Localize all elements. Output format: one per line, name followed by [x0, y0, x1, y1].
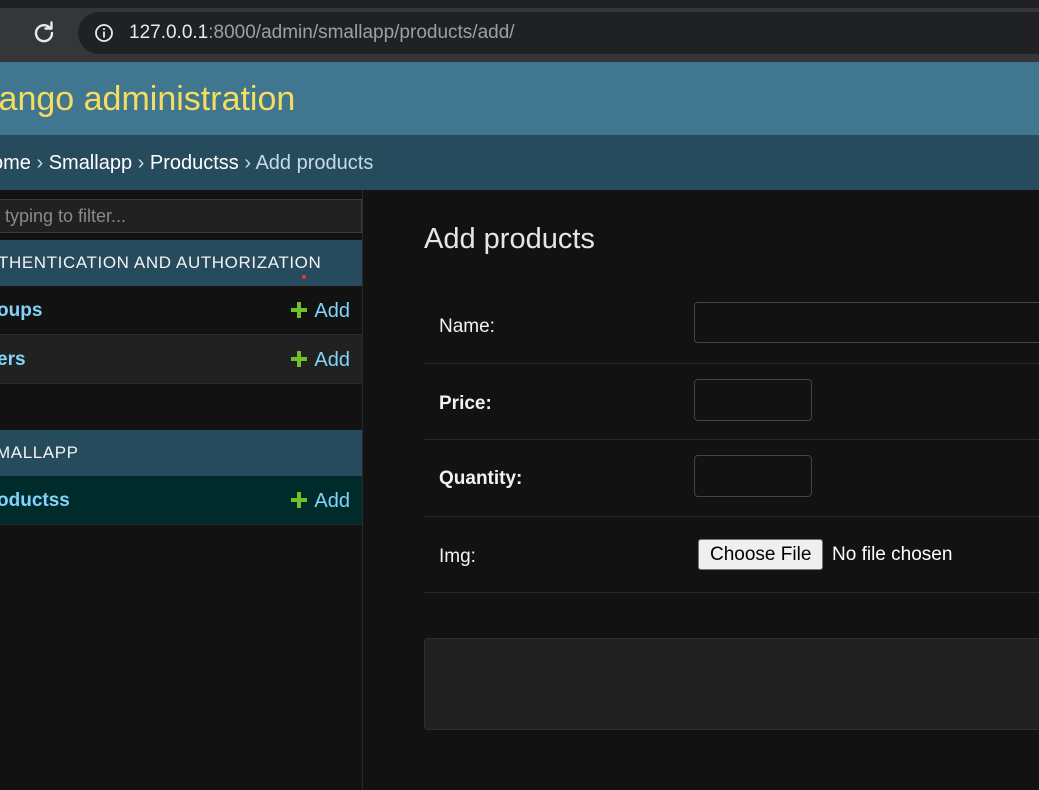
price-input[interactable] — [694, 379, 812, 421]
add-label: Add — [314, 300, 350, 322]
breadcrumb-separator: › — [132, 152, 150, 174]
img-label: Img: — [439, 546, 476, 567]
site-branding[interactable]: jango administration — [0, 79, 295, 119]
add-icon — [291, 492, 308, 508]
breadcrumb-separator: › — [238, 152, 256, 174]
quantity-label: Quantity: — [439, 468, 523, 489]
breadcrumb-app[interactable]: Smallapp — [49, 152, 132, 174]
site-info-icon[interactable] — [94, 23, 114, 43]
name-label: Name: — [439, 316, 495, 337]
quantity-input[interactable] — [694, 455, 812, 497]
module-caption-label: THENTICATION AND AUTHORIZATION — [0, 253, 322, 272]
add-icon — [291, 302, 308, 318]
form-row-quantity: Quantity: — [424, 440, 1039, 517]
add-label: Add — [314, 490, 350, 512]
forward-arrow-icon[interactable]: › — [0, 22, 14, 44]
name-input[interactable] — [694, 302, 1039, 343]
sidebar-item-users: ers Add — [0, 335, 362, 384]
sidebar-item-link[interactable]: oups — [0, 299, 42, 323]
sidebar-item-groups: oups Add — [0, 286, 362, 335]
module-caption-smallapp[interactable]: MALLAPP — [0, 430, 362, 476]
file-status: No file chosen — [832, 544, 953, 565]
form-row-price: Price: — [424, 364, 1039, 440]
breadcrumb-current: Add products — [255, 152, 374, 174]
tab-strip-edge — [0, 0, 1039, 8]
breadcrumb-separator: › — [30, 152, 49, 174]
add-productss-link[interactable]: Add — [291, 489, 350, 513]
admin-header: jango administration — [0, 62, 1039, 135]
browser-toolbar: › 127.0.0.1:8000/admin/smallapp/products… — [0, 0, 1039, 62]
page-title: Add products — [424, 223, 595, 255]
sidebar-item-link[interactable]: ers — [0, 348, 26, 372]
cursor-dot — [302, 275, 306, 279]
sidebar-item-productss: oductss Add — [0, 476, 362, 525]
add-users-link[interactable]: Add — [291, 348, 350, 372]
add-groups-link[interactable]: Add — [291, 299, 350, 323]
form-row-img: Img: Choose File No file chosen — [424, 517, 1039, 593]
url-text: 127.0.0.1:8000/admin/smallapp/products/a… — [129, 23, 515, 43]
nav-sidebar: typing to filter... THENTICATION AND AUT… — [0, 190, 363, 790]
add-icon — [291, 351, 308, 367]
reload-icon[interactable] — [31, 20, 57, 46]
submit-row — [424, 638, 1039, 730]
breadcrumb-model[interactable]: Productss — [150, 152, 239, 174]
address-bar[interactable]: 127.0.0.1:8000/admin/smallapp/products/a… — [78, 12, 1039, 54]
price-label: Price: — [439, 393, 492, 414]
url-path: :8000/admin/smallapp/products/add/ — [208, 22, 515, 43]
breadcrumb: ome › Smallapp › Productss › Add product… — [0, 135, 1039, 190]
module-caption-auth[interactable]: THENTICATION AND AUTHORIZATION — [0, 240, 362, 286]
sidebar-item-link[interactable]: oductss — [0, 489, 70, 513]
choose-file-button[interactable]: Choose File — [698, 539, 824, 570]
add-label: Add — [314, 349, 350, 371]
nav-filter-input[interactable]: typing to filter... — [0, 199, 362, 233]
url-host: 127.0.0.1 — [129, 22, 209, 43]
breadcrumb-home[interactable]: ome — [0, 152, 31, 174]
form-row-name: Name: — [424, 287, 1039, 364]
module-caption-label: MALLAPP — [0, 443, 79, 462]
